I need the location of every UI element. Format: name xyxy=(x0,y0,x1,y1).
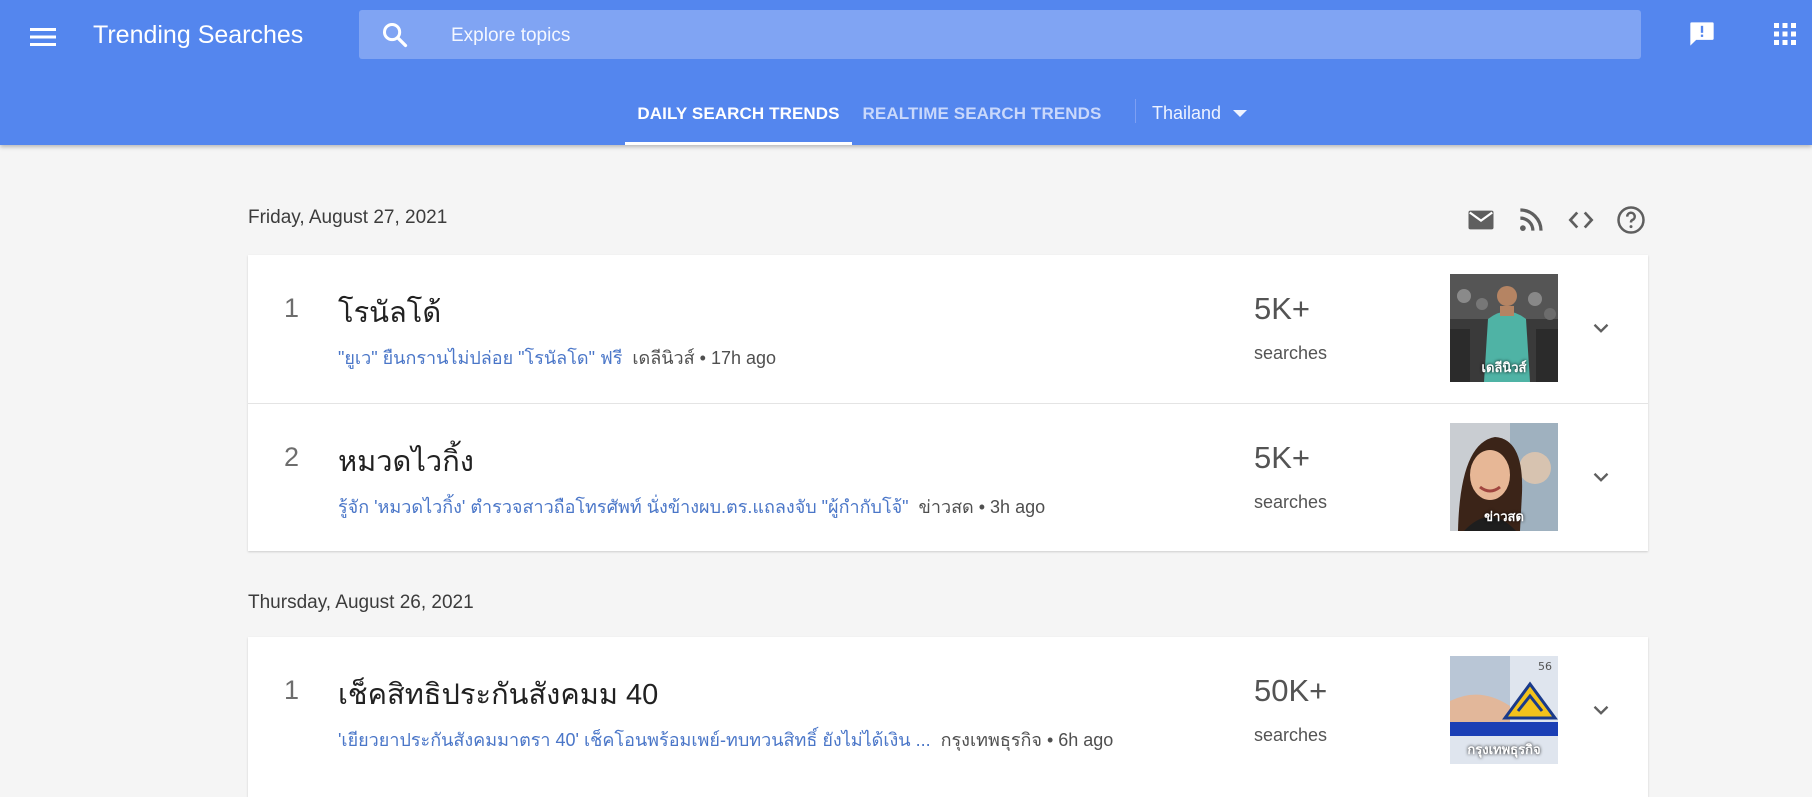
help-icon[interactable] xyxy=(1616,205,1646,235)
feedback-button[interactable] xyxy=(1688,20,1716,48)
caret-down-icon xyxy=(1233,110,1248,117)
active-tab-indicator xyxy=(625,142,852,145)
tab-label: REALTIME SEARCH TRENDS xyxy=(862,103,1102,123)
trend-rank: 1 xyxy=(284,293,300,323)
tab-daily-search-trends[interactable]: DAILY SEARCH TRENDS xyxy=(625,82,852,145)
trend-rank: 2 xyxy=(284,442,300,472)
svg-text:56: 56 xyxy=(1538,660,1552,673)
trend-item[interactable]: 1 เช็คสิทธิประกันสังคมม 40 'เยียวยาประกั… xyxy=(248,637,1648,785)
search-count-label: searches xyxy=(1254,343,1328,363)
rss-icon[interactable] xyxy=(1516,205,1546,235)
feedback-icon xyxy=(1690,22,1714,46)
thumbnail-source: ข่าวสด xyxy=(1484,509,1524,524)
trend-title[interactable]: หมวดไวกิ้ง xyxy=(338,438,474,484)
app-title: Trending Searches xyxy=(93,21,304,49)
search-count: 50K+ xyxy=(1254,673,1328,708)
trend-card: 1 โรนัลโด้ "ยูเว" ยืนกรานไม่ปล่อย "โรนัล… xyxy=(248,255,1648,551)
header-actions xyxy=(1466,205,1646,235)
trend-summary: รู้จัก 'หมวดไวกิ้ง' ตำรวจสาวถือโทรศัพท์ … xyxy=(338,492,1045,521)
trend-title[interactable]: โรนัลโด้ xyxy=(338,289,441,335)
date-header: Friday, August 27, 2021 xyxy=(248,207,448,228)
date-header: Thursday, August 26, 2021 xyxy=(248,592,474,613)
tab-divider xyxy=(1135,99,1136,123)
trend-summary: "ยูเว" ยืนกรานไม่ปล่อย "โรนัลโด" ฟรี เดลี… xyxy=(338,343,776,372)
search-count: 5K+ xyxy=(1254,440,1311,475)
search-count-label: searches xyxy=(1254,725,1328,745)
article-meta: ข่าวสด • 3h ago xyxy=(918,497,1046,517)
search-count: 5K+ xyxy=(1254,291,1311,326)
search-box[interactable] xyxy=(359,10,1641,61)
article-link[interactable]: รู้จัก 'หมวดไวกิ้ง' ตำรวจสาวถือโทรศัพท์ … xyxy=(338,497,909,517)
article-link[interactable]: 'เยียวยาประกันสังคมมาตรา 40' เช็คโอนพร้อ… xyxy=(338,730,931,750)
geo-select[interactable]: Thailand xyxy=(1152,82,1282,145)
search-count-label: searches xyxy=(1254,492,1328,512)
news-thumbnail[interactable]: ข่าวสด xyxy=(1450,423,1558,531)
trend-item[interactable]: 2 หมวดไวกิ้ง รู้จัก 'หมวดไวกิ้ง' ตำรวจสา… xyxy=(248,403,1648,552)
app-bar: Trending Searches DAILY SEARCH TRENDS xyxy=(0,0,1812,145)
chevron-down-icon[interactable] xyxy=(1588,464,1614,490)
tab-realtime-search-trends[interactable]: REALTIME SEARCH TRENDS xyxy=(862,82,1102,145)
chevron-down-icon[interactable] xyxy=(1588,315,1614,341)
trend-title[interactable]: เช็คสิทธิประกันสังคมม 40 xyxy=(338,671,658,717)
article-meta: กรุงเทพธุรกิจ • 6h ago xyxy=(940,730,1114,750)
tab-label: DAILY SEARCH TRENDS xyxy=(637,103,840,123)
search-input[interactable] xyxy=(449,10,1623,61)
trend-item[interactable]: 1 โรนัลโด้ "ยูเว" ยืนกรานไม่ปล่อย "โรนัล… xyxy=(248,255,1648,403)
thumbnail-source: เดลีนิวส์ xyxy=(1481,360,1527,375)
search-icon xyxy=(382,22,408,48)
menu-button[interactable] xyxy=(26,20,60,54)
article-link[interactable]: "ยูเว" ยืนกรานไม่ปล่อย "โรนัลโด" ฟรี xyxy=(338,348,622,368)
article-meta: เดลีนิวส์ • 17h ago xyxy=(632,348,777,368)
embed-code-icon[interactable] xyxy=(1566,205,1596,235)
trend-summary: 'เยียวยาประกันสังคมมาตรา 40' เช็คโอนพร้อ… xyxy=(338,725,1113,754)
news-thumbnail[interactable]: 56 กรุงเทพธุรกิจ xyxy=(1450,656,1558,764)
trend-tabs: DAILY SEARCH TRENDS REALTIME SEARCH TREN… xyxy=(0,82,1812,145)
email-icon[interactable] xyxy=(1466,205,1496,235)
trend-rank: 1 xyxy=(284,675,300,705)
news-thumbnail[interactable]: เดลีนิวส์ xyxy=(1450,274,1558,382)
menu-icon xyxy=(30,28,56,46)
chevron-down-icon[interactable] xyxy=(1588,697,1614,723)
apps-grid-icon xyxy=(1774,23,1796,45)
trend-card: 1 เช็คสิทธิประกันสังคมม 40 'เยียวยาประกั… xyxy=(248,637,1648,797)
apps-button[interactable] xyxy=(1773,22,1797,46)
thumbnail-source: กรุงเทพธุรกิจ xyxy=(1467,742,1541,757)
geo-select-value: Thailand xyxy=(1152,103,1222,123)
